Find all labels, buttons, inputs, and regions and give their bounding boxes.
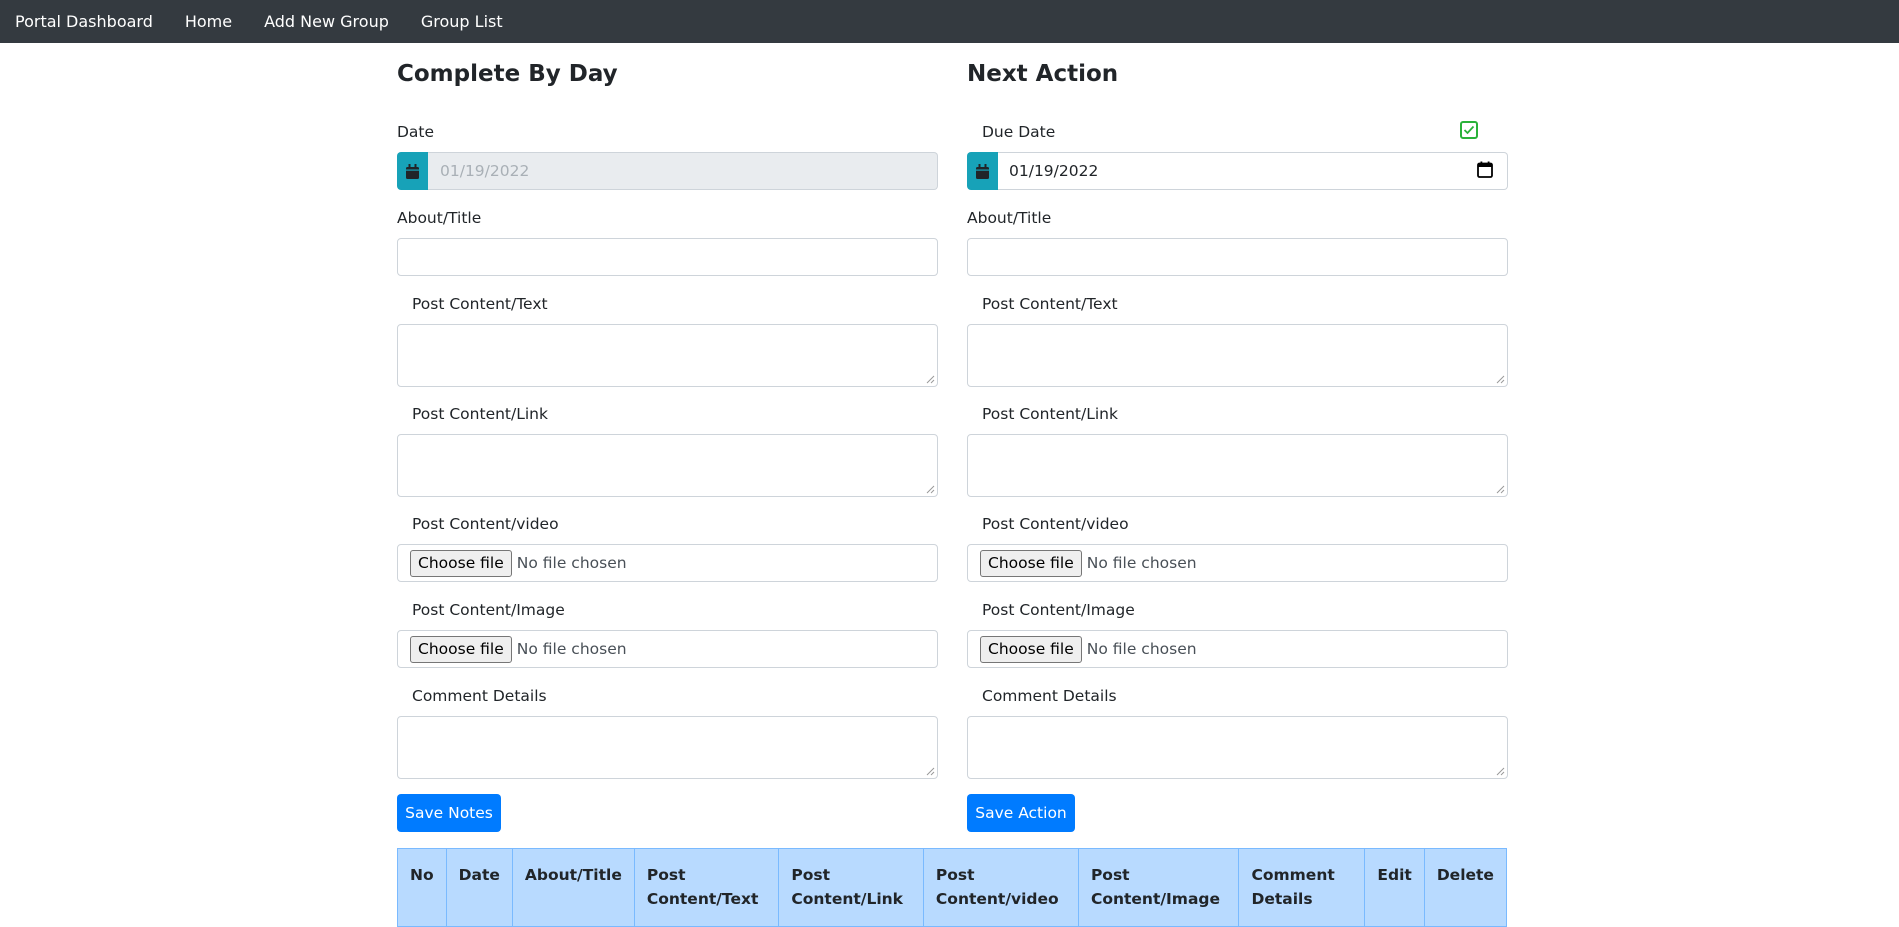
image-file-status: No file chosen [1086, 640, 1197, 658]
calendar-icon [967, 152, 998, 190]
column-header-post-link: Post Content/Link [778, 848, 924, 927]
column-header-post-video: Post Content/video [922, 848, 1079, 927]
image-file-status: No file chosen [516, 640, 627, 658]
post-image-file-input: Choose file No file chosen [397, 630, 938, 668]
date-input-group: 01/19/2022 [397, 152, 938, 190]
date-field: 01/19/2022 [428, 152, 938, 190]
video-file-status: No file chosen [1086, 554, 1197, 572]
column-header-post-image: Post Content/Image [1077, 848, 1240, 927]
post-text-label: Post Content/Text [982, 295, 1118, 313]
comment-details-textarea[interactable] [397, 716, 938, 779]
resize-handle-icon[interactable] [926, 767, 935, 776]
column-header-edit: Edit [1364, 848, 1425, 927]
resize-handle-icon[interactable] [1496, 485, 1505, 494]
column-header-delete: Delete [1423, 848, 1508, 927]
video-file-status: No file chosen [516, 554, 627, 572]
checkbox-icon[interactable] [1460, 121, 1478, 139]
table-header-row: No Date About/Title Post Content/Text Po… [397, 848, 1508, 927]
choose-video-file-button[interactable]: Choose file [410, 549, 512, 577]
about-title-input[interactable] [397, 238, 938, 276]
next-action-title: Next Action [967, 61, 1119, 87]
post-link-label: Post Content/Link [412, 405, 548, 423]
choose-image-file-button[interactable]: Choose file [410, 635, 512, 663]
post-video-label: Post Content/video [412, 515, 559, 533]
choose-image-file-button[interactable]: Choose file [980, 635, 1082, 663]
post-link-textarea[interactable] [397, 434, 938, 497]
nav-item-add-new-group[interactable]: Add New Group [264, 4, 389, 39]
post-video-file-input: Choose file No file chosen [397, 544, 938, 582]
about-title-label: About/Title [397, 209, 482, 227]
save-action-button[interactable]: Save Action [967, 794, 1075, 832]
post-link-label: Post Content/Link [982, 405, 1118, 423]
about-title-label: About/Title [967, 209, 1052, 227]
post-image-file-input: Choose file No file chosen [967, 630, 1508, 668]
post-text-textarea[interactable] [967, 324, 1508, 387]
post-image-label: Post Content/Image [412, 601, 565, 619]
due-date-input-group: 01/19/2022 [967, 152, 1508, 190]
date-label: Date [397, 123, 435, 141]
due-date-field[interactable]: 01/19/2022 [998, 152, 1508, 190]
nav-brand[interactable]: Portal Dashboard [15, 4, 153, 39]
column-header-comment-details: Comment Details [1238, 848, 1366, 927]
column-header-date: Date [445, 848, 513, 927]
due-date-value: 01/19/2022 [1009, 162, 1099, 180]
save-notes-button[interactable]: Save Notes [397, 794, 501, 832]
post-text-label: Post Content/Text [412, 295, 548, 313]
complete-by-day-title: Complete By Day [397, 61, 618, 87]
nav-item-group-list[interactable]: Group List [421, 4, 503, 39]
column-header-about-title: About/Title [511, 848, 635, 927]
post-image-label: Post Content/Image [982, 601, 1135, 619]
due-date-label: Due Date [982, 123, 1056, 141]
nav-item-home[interactable]: Home [185, 4, 232, 39]
comment-details-textarea[interactable] [967, 716, 1508, 779]
top-navbar: Portal Dashboard Home Add New Group Grou… [0, 0, 1899, 43]
resize-handle-icon[interactable] [1496, 767, 1505, 776]
post-text-textarea[interactable] [397, 324, 938, 387]
post-video-file-input: Choose file No file chosen [967, 544, 1508, 582]
notes-table: No Date About/Title Post Content/Text Po… [397, 848, 1508, 927]
post-video-label: Post Content/video [982, 515, 1129, 533]
comment-details-label: Comment Details [982, 687, 1117, 705]
resize-handle-icon[interactable] [1496, 375, 1505, 384]
calendar-picker-icon[interactable] [1477, 161, 1493, 182]
about-title-input[interactable] [967, 238, 1508, 276]
calendar-icon [397, 152, 428, 190]
column-header-no: No [397, 848, 447, 927]
choose-video-file-button[interactable]: Choose file [980, 549, 1082, 577]
resize-handle-icon[interactable] [926, 375, 935, 384]
post-link-textarea[interactable] [967, 434, 1508, 497]
resize-handle-icon[interactable] [926, 485, 935, 494]
comment-details-label: Comment Details [412, 687, 547, 705]
column-header-post-text: Post Content/Text [633, 848, 780, 927]
